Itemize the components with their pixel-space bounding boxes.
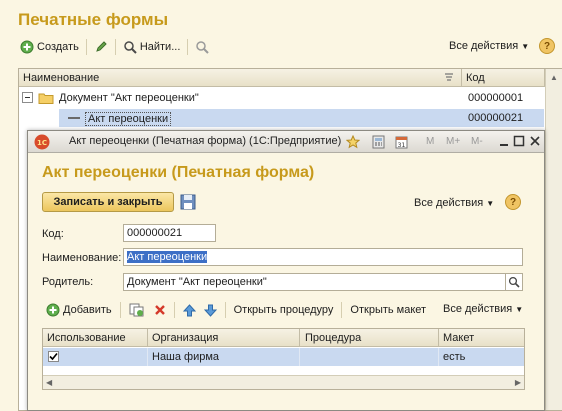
scroll-left-icon[interactable]: ◀ bbox=[46, 378, 52, 387]
svg-text:31: 31 bbox=[398, 142, 406, 149]
dialog-heading: Акт переоценки (Печатная форма) bbox=[42, 164, 315, 181]
add-label: Добавить bbox=[63, 304, 112, 316]
dropdown-arrow-icon: ▼ bbox=[521, 41, 530, 51]
horizontal-scrollbar[interactable]: ◀ ▶ bbox=[43, 375, 524, 389]
main-toolbar: Создать Найти... bbox=[20, 39, 211, 55]
search-icon bbox=[508, 276, 520, 288]
add-row-button[interactable]: Добавить bbox=[46, 303, 112, 317]
search-icon bbox=[123, 40, 137, 54]
table-toolbar: Добавить Открыть процедуру Открыть макет bbox=[46, 302, 426, 318]
row-code: 000000001 bbox=[468, 92, 524, 104]
usage-checkbox[interactable] bbox=[48, 351, 59, 362]
calculator-icon[interactable] bbox=[372, 135, 385, 152]
name-label: Наименование: bbox=[42, 252, 122, 264]
print-settings-table: Использование Организация Процедура Маке… bbox=[42, 328, 525, 390]
edit-pencil-icon[interactable] bbox=[94, 40, 108, 54]
toolbar-divider bbox=[114, 39, 116, 55]
help-icon[interactable]: ? bbox=[539, 38, 555, 54]
row-name: Документ "Акт переоценки" bbox=[59, 92, 199, 104]
delete-row-icon[interactable] bbox=[154, 304, 166, 316]
toolbar-divider bbox=[85, 39, 87, 55]
column-header-code[interactable]: Код bbox=[466, 72, 485, 84]
open-layout-button[interactable]: Открыть макет bbox=[350, 304, 426, 316]
vertical-scrollbar[interactable]: ▲ bbox=[545, 69, 562, 410]
parent-field[interactable]: Документ "Акт переоценки" bbox=[123, 273, 506, 291]
plus-circle-icon bbox=[46, 303, 60, 317]
calendar-icon[interactable]: 31 bbox=[395, 135, 408, 152]
row-name: Акт переоценки bbox=[85, 112, 172, 126]
item-dash-icon bbox=[67, 112, 81, 127]
save-disk-icon[interactable] bbox=[180, 194, 196, 213]
toolbar-divider bbox=[187, 39, 189, 55]
code-label: Код: bbox=[42, 228, 64, 240]
move-up-icon[interactable] bbox=[182, 303, 196, 317]
column-header-organization[interactable]: Организация bbox=[152, 332, 218, 344]
column-header-procedure[interactable]: Процедура bbox=[305, 332, 361, 344]
copy-row-icon[interactable] bbox=[129, 303, 144, 317]
dialog-all-actions-menu[interactable]: Все действия ▼ bbox=[414, 197, 494, 209]
memory-minus-button[interactable]: M- bbox=[471, 136, 483, 147]
all-actions-menu[interactable]: Все действия ▼ bbox=[449, 40, 529, 52]
parent-label: Родитель: bbox=[42, 276, 94, 288]
sort-icon[interactable] bbox=[443, 71, 455, 86]
list-row-item[interactable]: Акт переоценки 000000021 bbox=[59, 109, 544, 127]
row-code: 000000021 bbox=[468, 112, 524, 124]
scroll-right-icon[interactable]: ▶ bbox=[515, 378, 521, 387]
find-label: Найти... bbox=[139, 41, 181, 53]
parent-search-button[interactable] bbox=[506, 273, 523, 291]
svg-text:1С: 1С bbox=[37, 139, 47, 147]
dropdown-arrow-icon: ▼ bbox=[486, 198, 495, 208]
list-header: Наименование Код bbox=[19, 69, 561, 87]
plus-circle-icon bbox=[20, 40, 34, 54]
dialog-window-title: Акт переоценки (Печатная форма) (1С:Пред… bbox=[69, 135, 342, 147]
create-label: Создать bbox=[37, 41, 79, 53]
find-button[interactable]: Найти... bbox=[123, 40, 181, 54]
table-row[interactable]: Наша фирма есть bbox=[43, 348, 524, 366]
table-header: Использование Организация Процедура Маке… bbox=[43, 329, 524, 347]
column-header-layout[interactable]: Макет bbox=[443, 332, 474, 344]
cell-layout: есть bbox=[443, 351, 466, 363]
cancel-search-icon[interactable] bbox=[195, 40, 211, 54]
checkmark-icon bbox=[49, 352, 58, 361]
page-title: Печатные формы bbox=[18, 10, 169, 29]
table-all-actions-label: Все действия bbox=[443, 303, 513, 315]
collapse-toggle-icon[interactable] bbox=[22, 92, 33, 106]
dialog-all-actions-label: Все действия bbox=[414, 197, 484, 209]
list-row-folder[interactable]: Документ "Акт переоценки" 000000001 bbox=[19, 89, 544, 107]
move-down-icon[interactable] bbox=[203, 304, 217, 317]
memory-m-button[interactable]: M bbox=[426, 136, 434, 147]
dialog-titlebar: 1С Акт переоценки (Печатная форма) (1С:П… bbox=[28, 131, 544, 153]
folder-icon bbox=[38, 91, 54, 107]
scroll-up-icon[interactable]: ▲ bbox=[550, 73, 558, 82]
minimize-icon[interactable] bbox=[498, 135, 510, 150]
help-icon[interactable]: ? bbox=[505, 194, 521, 210]
table-all-actions-menu[interactable]: Все действия ▼ bbox=[443, 303, 523, 315]
save-and-close-button[interactable]: Записать и закрыть bbox=[42, 192, 174, 212]
all-actions-label: Все действия bbox=[449, 40, 519, 52]
close-icon[interactable] bbox=[529, 135, 541, 150]
maximize-icon[interactable] bbox=[513, 135, 525, 150]
app-logo-icon: 1С bbox=[34, 134, 50, 153]
dropdown-arrow-icon: ▼ bbox=[515, 304, 524, 314]
favorite-star-icon[interactable] bbox=[345, 134, 361, 152]
open-procedure-button[interactable]: Открыть процедуру bbox=[234, 304, 334, 316]
column-header-usage[interactable]: Использование bbox=[47, 332, 126, 344]
cell-organization: Наша фирма bbox=[152, 351, 220, 363]
create-button[interactable]: Создать bbox=[20, 40, 79, 54]
name-field-value: Акт переоценки bbox=[127, 251, 208, 263]
memory-plus-button[interactable]: M+ bbox=[446, 136, 460, 147]
name-field[interactable]: Акт переоценки bbox=[123, 248, 523, 266]
dialog-window: 1С Акт переоценки (Печатная форма) (1С:П… bbox=[27, 130, 545, 411]
code-field[interactable]: 000000021 bbox=[123, 224, 216, 242]
column-header-name[interactable]: Наименование bbox=[23, 72, 99, 84]
